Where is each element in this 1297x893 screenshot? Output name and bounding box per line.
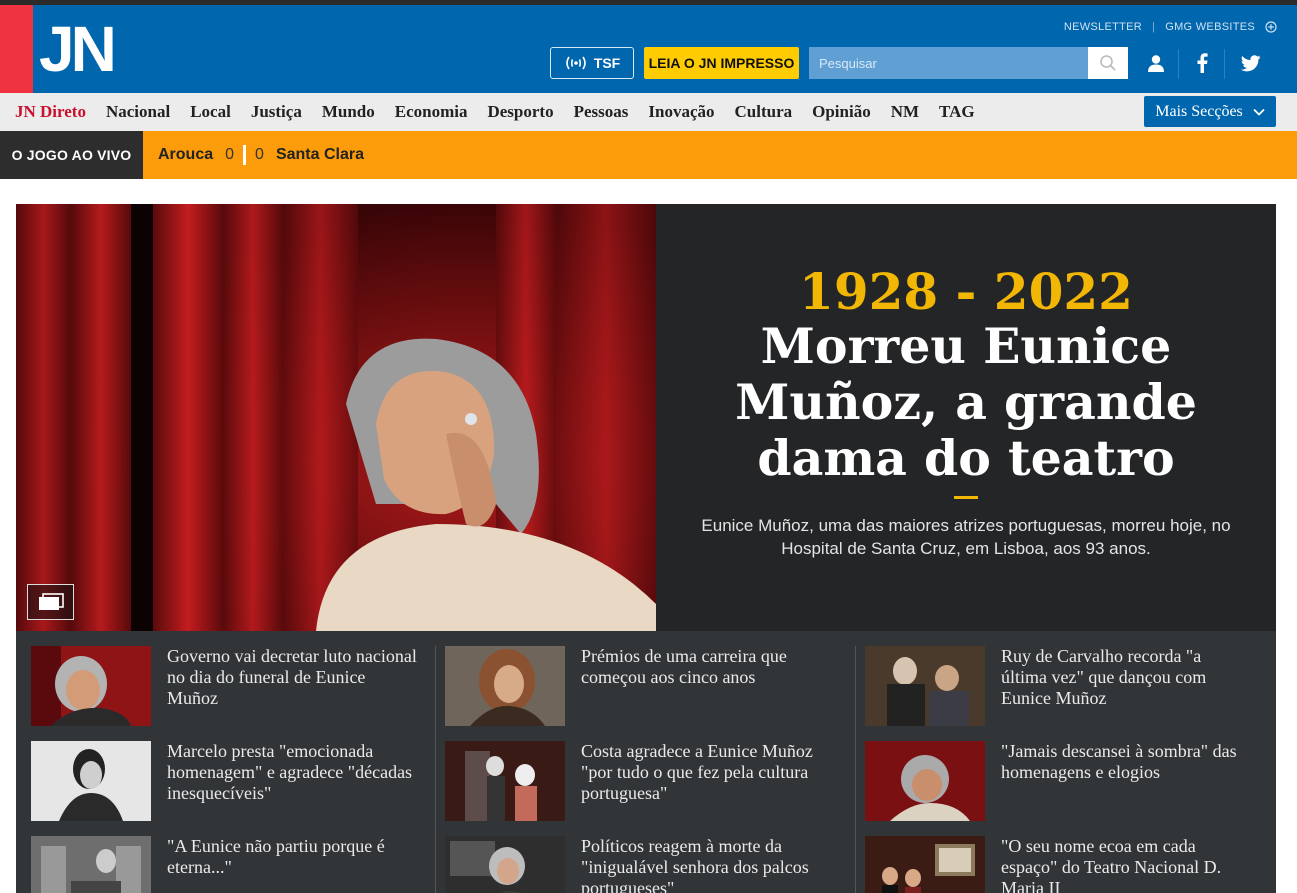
tsf-radio-button[interactable]: TSF [550,47,634,79]
related-story[interactable]: Costa agradece a Eunice Muñoz "por tudo … [445,741,845,823]
story-thumbnail[interactable] [445,646,565,726]
related-story[interactable]: Governo vai decretar luto nacional no di… [31,646,431,728]
live-game-tag: O JOGO AO VIVO [0,131,143,179]
gallery-icon [38,593,64,610]
hero-story[interactable]: 1928 - 2022 Morreu Eunice Muñoz, a grand… [16,204,1276,631]
related-stories: Governo vai decretar luto nacional no di… [16,631,1276,893]
story-thumbnail[interactable] [865,836,985,893]
nav-item-local[interactable]: Local [190,102,231,122]
hero-years: 1928 - 2022 [799,262,1133,321]
story-thumbnail[interactable] [865,741,985,821]
nav-item-nacional[interactable]: Nacional [106,102,170,122]
top-links: NEWSLETTER | GMG WEBSITES [1064,21,1277,33]
leia-jn-impresso-button[interactable]: LEIA O JN IMPRESSO [644,47,799,79]
related-story[interactable]: Políticos reagem à morte da "inigualável… [445,836,845,893]
top-links-divider: | [1152,21,1156,33]
thumb-illustration [865,741,985,821]
home-team: Arouca [158,146,214,163]
thumb-illustration [865,836,985,893]
nav-item-opiniao[interactable]: Opinião [812,102,871,122]
twitter-button[interactable] [1231,47,1271,79]
thumb-illustration [865,646,985,726]
thumb-illustration [31,836,151,893]
mais-seccoes-label: Mais Secções [1155,102,1243,120]
radio-waves-icon [565,56,586,70]
nav-item-justica[interactable]: Justiça [251,102,302,122]
logo-accent [0,5,33,93]
related-story[interactable]: "A Eunice não partiu porque é eterna..." [31,836,431,893]
search-input[interactable] [809,47,1088,79]
live-game-bar[interactable]: O JOGO AO VIVO Arouca 0 0 Santa Clara [0,131,1297,179]
site-logo[interactable]: JN [33,5,125,93]
story-thumbnail[interactable] [445,836,565,893]
search-icon [1100,55,1116,71]
nav-item-cultura[interactable]: Cultura [735,102,793,122]
nav-item-nm[interactable]: NM [891,102,919,122]
hero-headline[interactable]: Morreu Eunice Muñoz, a grande dama do te… [716,318,1216,486]
story-title[interactable]: "O seu nome ecoa em cada espaço" do Teat… [1001,836,1251,893]
story-thumbnail[interactable] [31,646,151,726]
hero-image[interactable] [16,204,656,631]
away-team: Santa Clara [275,146,364,163]
home-score: 0 [225,146,235,163]
headline-accent [954,496,978,499]
facebook-button[interactable] [1182,47,1222,79]
hero-text: 1928 - 2022 Morreu Eunice Muñoz, a grand… [656,204,1276,631]
section-nav: JN Direto Nacional Local Justiça Mundo E… [0,93,1297,131]
gallery-button[interactable] [27,584,74,620]
gmg-websites-link[interactable]: GMG WEBSITES [1165,21,1255,33]
newsletter-link[interactable]: NEWSLETTER [1064,21,1142,33]
thumb-illustration [445,646,565,726]
story-title[interactable]: Políticos reagem à morte da "inigualável… [581,836,831,893]
account-button[interactable] [1136,47,1176,79]
nav-item-inovacao[interactable]: Inovação [648,102,714,122]
related-story[interactable]: Ruy de Carvalho recorda "a última vez" q… [865,646,1265,728]
nav-item-jn-direto[interactable]: JN Direto [15,102,86,122]
story-thumbnail[interactable] [865,646,985,726]
header-divider [1224,49,1225,79]
story-title[interactable]: Costa agradece a Eunice Muñoz "por tudo … [581,741,831,804]
thumb-illustration [31,741,151,821]
user-icon [1148,55,1164,72]
thumb-illustration [31,646,151,726]
thumb-illustration [445,836,565,893]
nav-item-economia[interactable]: Economia [395,102,468,122]
story-title[interactable]: Prémios de uma carreira que começou aos … [581,646,831,688]
story-thumbnail[interactable] [31,836,151,893]
live-score: Arouca 0 0 Santa Clara [158,131,364,179]
thumb-illustration [445,741,565,821]
nav-item-mundo[interactable]: Mundo [322,102,375,122]
hero-photo-illustration [16,204,656,631]
column-divider [855,646,856,893]
mais-seccoes-button[interactable]: Mais Secções [1144,96,1276,127]
nav-item-desporto[interactable]: Desporto [487,102,553,122]
facebook-icon [1197,53,1208,73]
related-story[interactable]: "O seu nome ecoa em cada espaço" do Teat… [865,836,1265,893]
score-divider [243,145,247,165]
chevron-down-icon [1253,108,1265,116]
hero-lead: Eunice Muñoz, uma das maiores atrizes po… [701,516,1231,558]
tsf-label: TSF [593,55,621,71]
header-divider [1178,49,1179,79]
story-title[interactable]: Marcelo presta "emocionada homenagem" e … [167,741,417,804]
nav-item-pessoas[interactable]: Pessoas [574,102,629,122]
site-header: JN NEWSLETTER | GMG WEBSITES TSF LEIA O … [0,5,1297,93]
story-title[interactable]: Governo vai decretar luto nacional no di… [167,646,417,709]
column-divider [435,646,436,893]
related-story[interactable]: "Jamais descansei à sombra" das homenage… [865,741,1265,823]
plus-circle-icon[interactable] [1265,21,1277,33]
related-story[interactable]: Prémios de uma carreira que começou aos … [445,646,845,728]
story-title[interactable]: "A Eunice não partiu porque é eterna..." [167,836,417,878]
nav-item-tag[interactable]: TAG [939,102,975,122]
story-thumbnail[interactable] [445,741,565,821]
related-story[interactable]: Marcelo presta "emocionada homenagem" e … [31,741,431,823]
search-button[interactable] [1088,47,1128,79]
story-thumbnail[interactable] [31,741,151,821]
story-title[interactable]: Ruy de Carvalho recorda "a última vez" q… [1001,646,1251,709]
story-title[interactable]: "Jamais descansei à sombra" das homenage… [1001,741,1251,783]
away-score: 0 [255,146,264,163]
twitter-icon [1241,54,1261,71]
